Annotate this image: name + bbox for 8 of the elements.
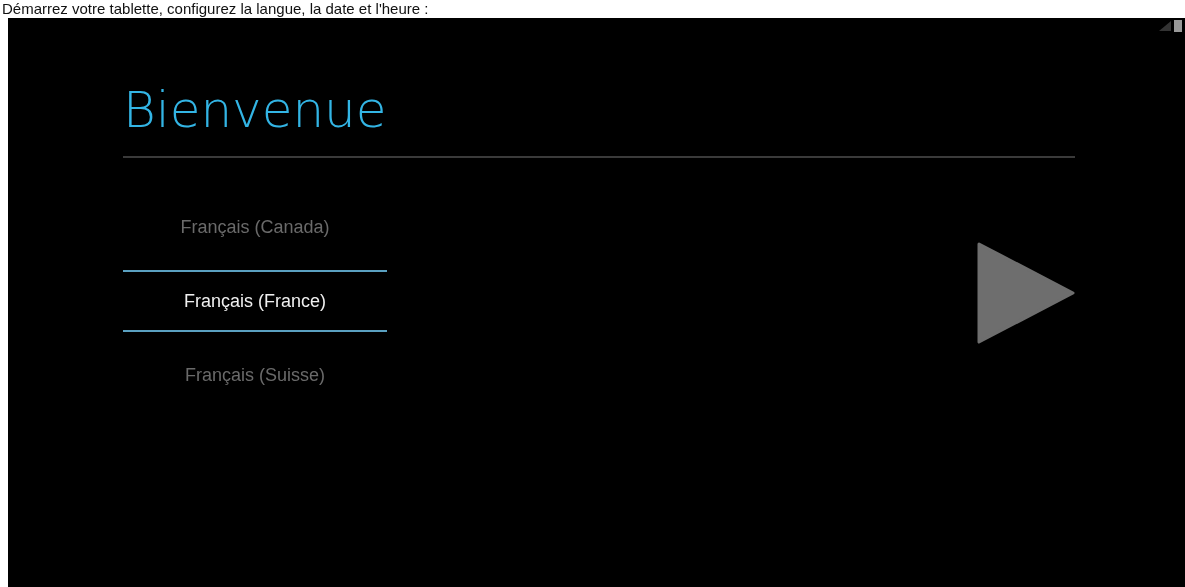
signal-icon (1159, 21, 1171, 31)
play-icon[interactable] (977, 242, 1075, 344)
language-option[interactable]: Français (Suisse) (123, 344, 387, 406)
battery-icon (1174, 20, 1182, 32)
language-option[interactable]: Français (France) (123, 270, 387, 332)
language-option[interactable]: Français (Canada) (123, 196, 387, 258)
welcome-title: Bienvenue (123, 80, 388, 140)
caption-text: Démarrez votre tablette, configurez la langue, la date et l'heure : (2, 0, 430, 18)
